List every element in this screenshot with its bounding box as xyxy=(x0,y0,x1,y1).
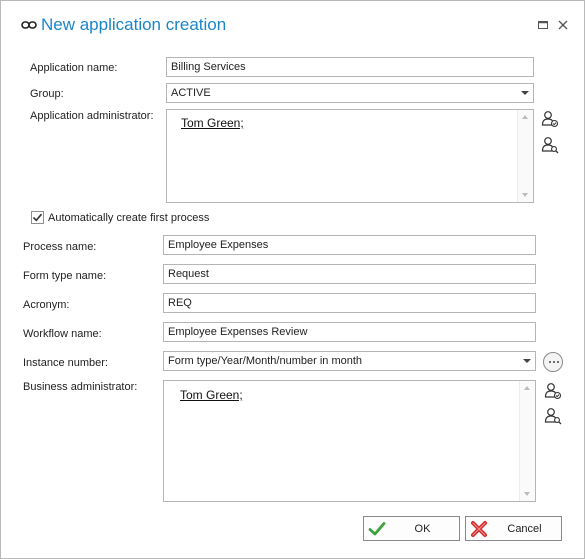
scroll-down-icon[interactable] xyxy=(522,193,528,197)
acronym-input[interactable]: REQ xyxy=(163,293,536,313)
acronym-label: Acronym: xyxy=(23,299,70,311)
application-administrator-label: Application administrator: xyxy=(30,110,154,122)
process-name-input[interactable]: Employee Expenses xyxy=(163,235,536,255)
user-search-icon[interactable] xyxy=(541,136,559,154)
application-name-input[interactable]: Billing Services xyxy=(166,57,534,77)
instance-number-label: Instance number: xyxy=(23,357,108,369)
workflow-name-label: Workflow name: xyxy=(23,328,102,340)
link-icon xyxy=(21,21,37,29)
cancel-button-label: Cancel xyxy=(507,523,542,535)
instance-number-dropdown[interactable]: Form type/Year/Month/number in month xyxy=(163,351,536,371)
chevron-down-icon xyxy=(523,359,531,363)
workflow-name-input[interactable]: Employee Expenses Review xyxy=(163,322,536,342)
scroll-up-icon[interactable] xyxy=(524,386,530,390)
group-dropdown[interactable]: ACTIVE xyxy=(166,83,534,103)
scroll-up-icon[interactable] xyxy=(522,115,528,119)
scroll-down-icon[interactable] xyxy=(524,492,530,496)
dialog-window: New application creation Application nam… xyxy=(0,0,585,559)
business-administrator-value[interactable]: Tom Green; xyxy=(180,388,243,402)
dialog-title: New application creation xyxy=(41,15,227,34)
auto-create-process-checkbox[interactable] xyxy=(31,211,44,224)
chevron-down-icon xyxy=(521,91,529,95)
more-options-icon[interactable] xyxy=(543,352,563,372)
application-administrator-field[interactable]: Tom Green; xyxy=(166,109,534,203)
application-administrator-value[interactable]: Tom Green; xyxy=(181,116,244,130)
checkmark-icon xyxy=(368,522,386,536)
group-selected-value: ACTIVE xyxy=(171,87,211,99)
user-select-icon[interactable] xyxy=(541,110,559,128)
application-name-label: Application name: xyxy=(30,62,118,74)
user-select-icon[interactable] xyxy=(544,382,562,400)
instance-number-selected-value: Form type/Year/Month/number in month xyxy=(168,355,363,367)
close-icon[interactable] xyxy=(557,19,569,31)
form-type-name-label: Form type name: xyxy=(23,270,107,282)
group-label: Group: xyxy=(30,88,64,100)
business-administrator-label: Business administrator: xyxy=(23,381,138,393)
ok-button-label: OK xyxy=(414,523,431,535)
form-type-name-input[interactable]: Request xyxy=(163,264,536,284)
auto-create-process-label: Automatically create first process xyxy=(48,212,210,224)
process-name-label: Process name: xyxy=(23,241,97,253)
cancel-button[interactable]: Cancel xyxy=(465,516,562,541)
title-bar: New application creation xyxy=(1,1,584,47)
user-search-icon[interactable] xyxy=(544,407,562,425)
business-administrator-field[interactable]: Tom Green; xyxy=(163,380,536,502)
ok-button[interactable]: OK xyxy=(363,516,460,541)
cancel-x-icon xyxy=(471,521,487,537)
scrollbar[interactable] xyxy=(517,110,533,202)
maximize-icon[interactable] xyxy=(537,19,549,31)
check-icon xyxy=(32,213,43,222)
scrollbar[interactable] xyxy=(519,381,535,501)
